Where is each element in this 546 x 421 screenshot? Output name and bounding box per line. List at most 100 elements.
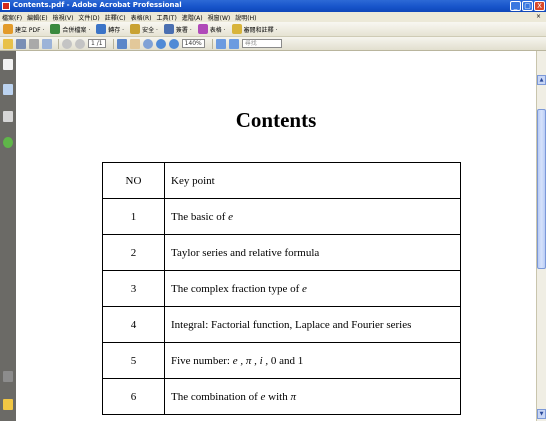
row-text-rest: with — [268, 390, 291, 403]
forms-button[interactable]: 表格 · — [197, 24, 226, 34]
form-icon — [197, 24, 208, 34]
row-number: 1 — [102, 198, 165, 235]
menu-advanced[interactable]: 進階(A) — [182, 13, 203, 22]
menu-document[interactable]: 文件(D) — [78, 13, 99, 22]
menu-forms[interactable]: 表格(R) — [131, 13, 152, 22]
row-text: The combination of — [171, 390, 258, 403]
combine-files-icon — [50, 24, 61, 34]
menu-view[interactable]: 檢視(V) — [53, 13, 74, 22]
open-folder-icon[interactable] — [3, 38, 13, 49]
search-input[interactable]: 尋找 — [241, 39, 282, 48]
signatures-icon[interactable] — [3, 111, 13, 122]
scroll-down-arrow-icon[interactable]: ▼ — [537, 409, 546, 419]
previous-page-icon[interactable] — [62, 38, 72, 49]
document-close-icon[interactable]: × — [536, 13, 541, 20]
vertical-scrollbar[interactable]: ▲ ▼ — [536, 51, 546, 421]
row-text: The complex fraction type of — [171, 282, 300, 295]
layers-icon[interactable] — [3, 137, 13, 148]
email-icon[interactable] — [42, 38, 52, 49]
zoom-tool-icon[interactable] — [142, 38, 153, 49]
row-number: 5 — [102, 342, 165, 379]
row-number: 2 — [102, 234, 165, 271]
pen-icon — [163, 24, 174, 34]
menu-tools[interactable]: 工具(T) — [156, 13, 176, 22]
acrobat-app-icon — [2, 2, 10, 10]
header-key-point: Key point — [164, 162, 461, 199]
secure-button[interactable]: 安全 · — [130, 24, 158, 34]
zoom-out-icon[interactable] — [155, 38, 166, 49]
menu-comments[interactable]: 註釋(C) — [105, 13, 126, 22]
scroll-thumb[interactable] — [537, 109, 546, 269]
row-text: Taylor series and relative formula — [171, 246, 320, 259]
sign-button[interactable]: 簽署 · — [163, 24, 192, 34]
row-key-point: The basic of e — [164, 198, 461, 235]
combine-files-button[interactable]: 合併檔案 · — [50, 24, 90, 34]
table-row: 1 The basic of e — [102, 198, 461, 235]
row-key-point: Five number: e , π , i , 0 and 1 — [164, 342, 461, 379]
minimize-button[interactable]: _ — [510, 1, 521, 11]
page-title: Contents — [235, 108, 317, 132]
menu-help[interactable]: 說明(H) — [235, 13, 256, 22]
document-view: Contents NO Key point 1 The basic of e 2… — [16, 51, 536, 421]
row-number: 6 — [102, 378, 165, 415]
menu-bar: 檔案(F) 編輯(E) 檢視(V) 文件(D) 註釋(C) 表格(R) 工具(T… — [0, 12, 546, 22]
attachments-icon[interactable] — [3, 371, 13, 382]
toolbar-separator — [112, 38, 114, 49]
row-number: 3 — [102, 270, 165, 307]
fit-width-icon[interactable] — [228, 38, 239, 49]
export-icon — [96, 24, 107, 34]
row-math: e , π , i , — [232, 354, 269, 367]
menu-window[interactable]: 視窗(W) — [208, 13, 231, 22]
lock-icon — [130, 24, 141, 34]
row-key-point: The complex fraction type of e — [164, 270, 461, 307]
create-pdf-label: 建立 PDF · — [15, 26, 45, 34]
zoom-level-field[interactable]: 140% — [181, 39, 205, 48]
review-comment-label: 審閱和註釋 · — [243, 26, 278, 34]
row-math-2: π — [290, 390, 296, 403]
table-row: 4 Integral: Factorial function, Laplace … — [102, 306, 461, 343]
zoom-in-icon[interactable] — [168, 38, 179, 49]
export-button[interactable]: 轉存 · — [96, 24, 124, 34]
forms-label: 表格 · — [209, 26, 226, 34]
page-number-field[interactable]: 1 /1 — [88, 39, 106, 48]
row-math: e — [228, 210, 234, 223]
select-tool-icon[interactable] — [116, 38, 127, 49]
row-number: 4 — [102, 306, 165, 343]
review-icon — [231, 24, 242, 34]
review-comment-button[interactable]: 審閱和註釋 · — [231, 24, 278, 34]
row-math: e — [302, 282, 307, 295]
print-icon[interactable] — [29, 38, 39, 49]
maximize-button[interactable]: ▢ — [522, 1, 533, 11]
next-page-icon[interactable] — [75, 38, 85, 49]
table-row: 6 The combination of e with π — [102, 378, 461, 415]
menu-file[interactable]: 檔案(F) — [2, 13, 22, 22]
row-text: Integral: Factorial function, Laplace an… — [171, 318, 412, 331]
scroll-up-arrow-icon[interactable]: ▲ — [537, 75, 546, 85]
save-icon[interactable] — [16, 38, 26, 49]
sign-label: 簽署 · — [175, 26, 192, 34]
row-text-rest: 0 and 1 — [270, 354, 304, 367]
row-text: Five number: — [171, 354, 230, 367]
create-pdf-button[interactable]: 建立 PDF · — [3, 24, 44, 34]
create-pdf-icon — [3, 24, 13, 34]
row-text: The basic of — [171, 210, 226, 223]
export-label: 轉存 · — [108, 26, 125, 34]
menu-edit[interactable]: 編輯(E) — [27, 13, 47, 22]
secure-label: 安全 · — [142, 26, 158, 34]
row-key-point: Integral: Factorial function, Laplace an… — [164, 306, 461, 343]
pages-icon[interactable] — [3, 59, 13, 70]
combine-files-label: 合併檔案 · — [62, 26, 91, 34]
table-row: 5 Five number: e , π , i , 0 and 1 — [102, 342, 461, 379]
hand-tool-icon[interactable] — [129, 38, 140, 49]
comments-icon[interactable] — [3, 399, 13, 410]
toolbar-separator — [58, 38, 59, 49]
table-row: 2 Taylor series and relative formula — [102, 234, 461, 271]
fit-page-icon[interactable] — [215, 38, 226, 49]
window-controls: _ ▢ X — [510, 1, 545, 11]
row-math: e — [260, 390, 266, 403]
close-button[interactable]: X — [534, 1, 545, 11]
task-toolbar: 建立 PDF · 合併檔案 · 轉存 · 安全 · 簽署 · 表格 · 審閱和註… — [0, 22, 546, 37]
row-key-point: The combination of e with π — [164, 378, 461, 415]
header-no: NO — [102, 162, 165, 199]
bookmarks-icon[interactable] — [3, 84, 13, 95]
